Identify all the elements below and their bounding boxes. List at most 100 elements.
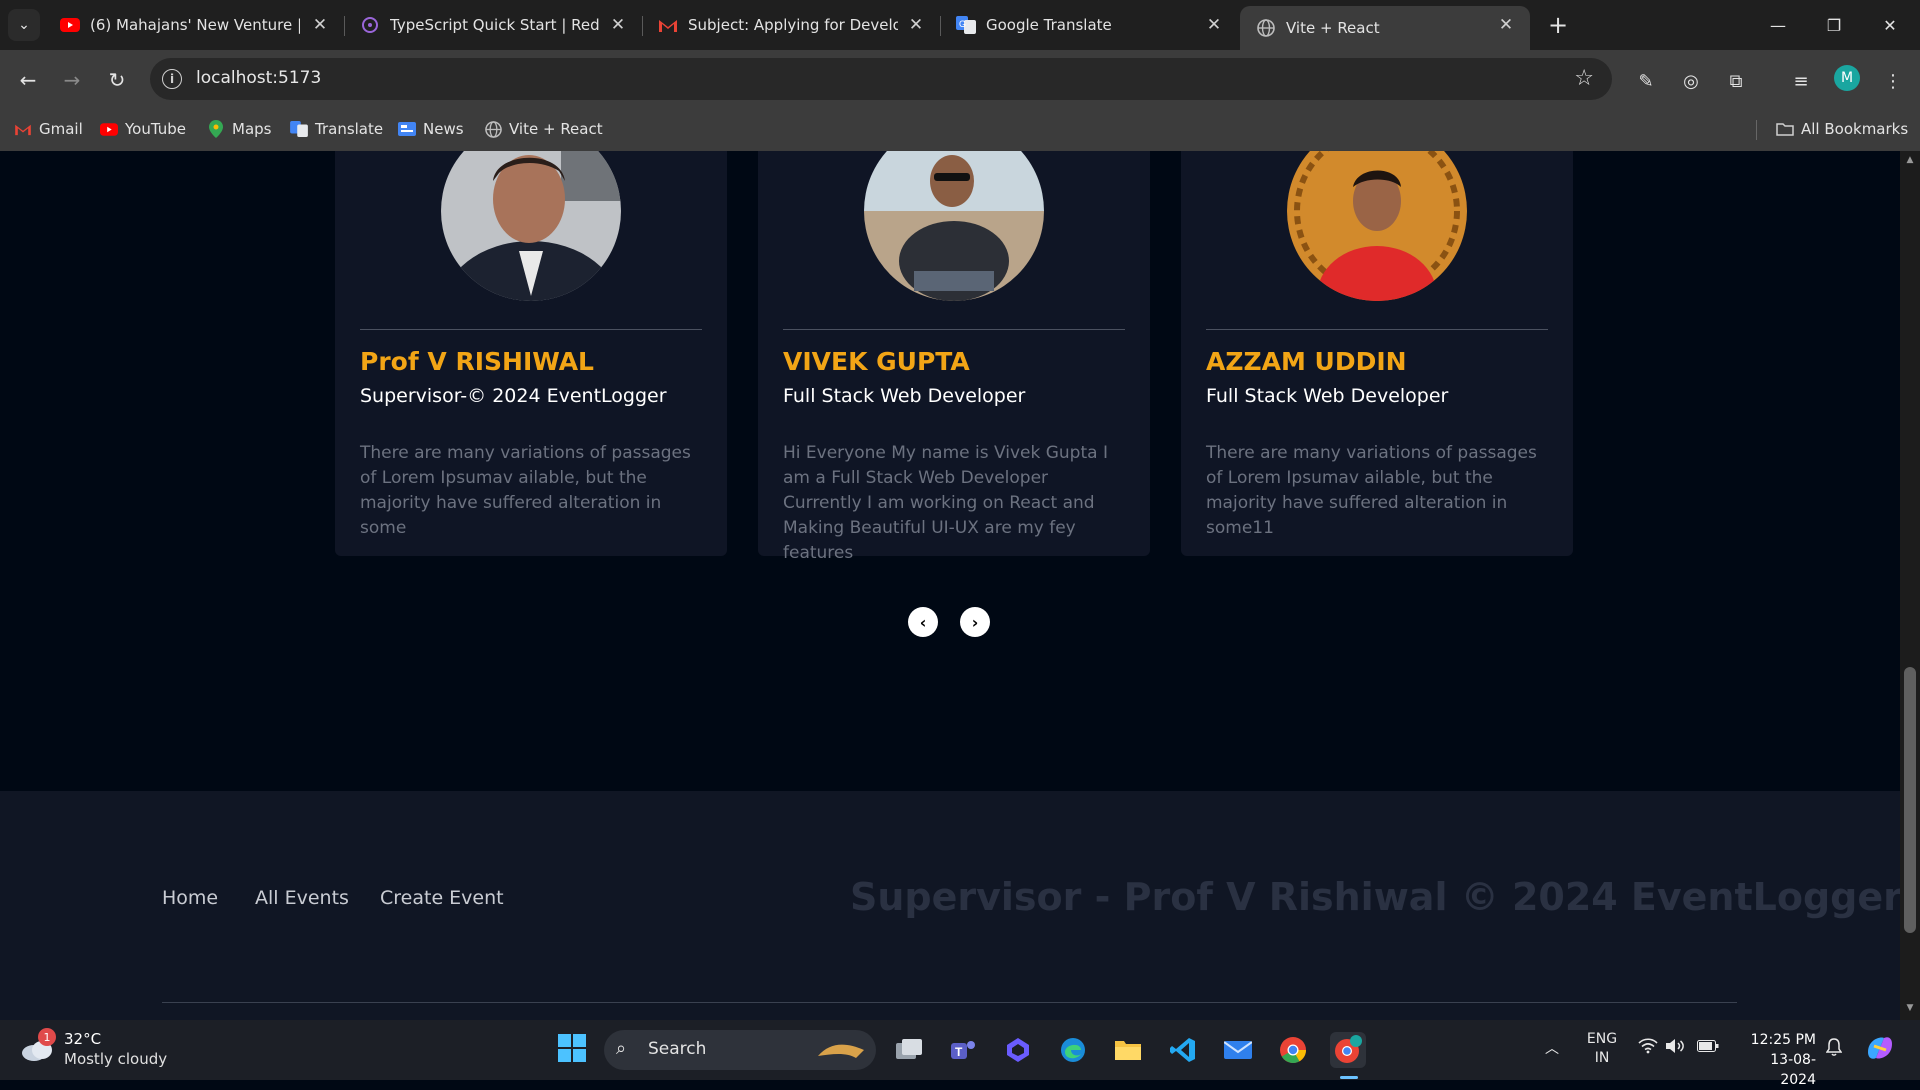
tab-translate[interactable]: G Google Translate ✕ — [940, 6, 1238, 44]
extension-target-icon[interactable]: ◎ — [1676, 66, 1706, 96]
avatar — [441, 151, 621, 301]
member-name: VIVEK GUPTA — [783, 347, 970, 376]
task-view-icon[interactable] — [891, 1032, 927, 1068]
bookmark-label: YouTube — [125, 120, 186, 138]
member-description: Hi Everyone My name is Vivek Gupta I am … — [783, 443, 1108, 563]
eyedropper-icon[interactable]: ✎ — [1631, 66, 1661, 96]
mail-icon[interactable] — [1220, 1032, 1256, 1068]
youtube-icon — [60, 15, 80, 35]
puzzle-extensions-icon[interactable]: ⧉ — [1721, 66, 1751, 96]
start-button[interactable] — [554, 1032, 590, 1068]
tab-vite-react[interactable]: Vite + React ✕ — [1240, 6, 1530, 50]
gmail-icon — [658, 15, 678, 35]
bookmark-gmail[interactable]: Gmail — [14, 118, 83, 140]
battery-icon[interactable] — [1697, 1040, 1719, 1056]
wifi-icon[interactable] — [1638, 1038, 1658, 1058]
search-icon: ⌕ — [616, 1038, 627, 1059]
volume-icon[interactable] — [1665, 1038, 1685, 1058]
tab-redux[interactable]: TypeScript Quick Start | Redux T ✕ — [344, 6, 642, 44]
input-language[interactable]: ENG IN — [1585, 1030, 1619, 1068]
scroll-down-icon[interactable]: ▼ — [1904, 1003, 1916, 1015]
close-icon: ✕ — [1883, 15, 1897, 35]
svg-text:G: G — [959, 19, 966, 29]
region-code: IN — [1594, 1050, 1610, 1066]
bookmark-youtube[interactable]: YouTube — [100, 118, 186, 140]
bookmark-translate[interactable]: Translate — [290, 118, 383, 140]
bookmark-separator — [1756, 120, 1757, 140]
footer-divider — [162, 1002, 1737, 1003]
profile-avatar[interactable]: M — [1834, 65, 1860, 91]
carousel-prev-button[interactable]: ‹ — [908, 607, 938, 637]
system-clock[interactable]: 12:25 PM 13-08-2024 — [1740, 1030, 1816, 1090]
weather-condition: Mostly cloudy — [64, 1050, 168, 1068]
reload-button[interactable]: ↻ — [101, 64, 133, 96]
menu-kebab-icon[interactable]: ⋮ — [1878, 66, 1908, 96]
scrollbar-thumb[interactable] — [1904, 667, 1916, 933]
member-description: There are many variations of passages of… — [360, 443, 691, 538]
tab-youtube[interactable]: (6) Mahajans' New Venture | Va ✕ — [44, 6, 344, 44]
bookmark-news[interactable]: News — [398, 118, 464, 140]
footer-link-all-events[interactable]: All Events — [255, 887, 349, 909]
bookmark-maps[interactable]: Maps — [207, 118, 271, 140]
redux-icon — [360, 15, 380, 35]
teams-icon[interactable]: T — [945, 1032, 981, 1068]
all-bookmarks-button[interactable]: All Bookmarks — [1776, 118, 1908, 140]
windows-logo-icon — [558, 1034, 586, 1066]
copilot-tray-icon[interactable] — [1864, 1032, 1896, 1068]
copilot-icon[interactable] — [1000, 1032, 1036, 1068]
bookmark-label: Gmail — [39, 120, 83, 138]
taskbar-search[interactable]: ⌕ Search — [604, 1030, 876, 1070]
member-name: AZZAM UDDIN — [1206, 347, 1407, 376]
close-tab-icon[interactable]: ✕ — [310, 15, 330, 35]
close-tab-icon[interactable]: ✕ — [1496, 15, 1516, 35]
avatar — [1287, 151, 1467, 301]
member-name: Prof V RISHIWAL — [360, 347, 594, 376]
carousel-next-button[interactable]: › — [960, 607, 990, 637]
tab-search-button[interactable]: ⌄ — [8, 9, 40, 41]
chrome-profile-icon[interactable] — [1330, 1032, 1366, 1068]
tab-gmail[interactable]: Subject: Applying for Developer ✕ — [642, 6, 940, 44]
close-tab-icon[interactable]: ✕ — [1204, 15, 1224, 35]
close-window-button[interactable]: ✕ — [1862, 0, 1918, 50]
file-explorer-icon[interactable] — [1110, 1032, 1146, 1068]
team-card: Prof V RISHIWAL Supervisor-© 2024 EventL… — [335, 151, 727, 556]
youtube-icon — [100, 120, 118, 138]
page-viewport: Prof V RISHIWAL Supervisor-© 2024 EventL… — [0, 151, 1900, 1020]
forward-button[interactable]: → — [56, 64, 88, 96]
bookmark-label: Translate — [315, 120, 384, 138]
chevron-left-icon: ‹ — [919, 612, 927, 632]
footer-link-create-event[interactable]: Create Event — [380, 887, 504, 909]
vscode-icon[interactable] — [1165, 1032, 1201, 1068]
bookmark-label: News — [423, 120, 464, 138]
folder-icon — [1776, 120, 1794, 138]
bookmark-label: Vite + React — [509, 120, 603, 138]
member-role: Full Stack Web Developer — [1206, 385, 1449, 407]
minimize-button[interactable]: — — [1750, 0, 1806, 50]
chevron-down-icon: ⌄ — [18, 17, 30, 33]
footer-link-home[interactable]: Home — [162, 887, 218, 909]
site-info-icon[interactable]: i — [162, 69, 182, 89]
close-tab-icon[interactable]: ✕ — [906, 15, 926, 35]
new-tab-button[interactable]: + — [1543, 10, 1573, 40]
chevron-up-icon[interactable]: ︿ — [1545, 1038, 1559, 1058]
scroll-up-icon[interactable]: ▲ — [1904, 155, 1916, 167]
translate-icon — [290, 120, 308, 138]
restore-button[interactable]: ❐ — [1806, 0, 1862, 50]
member-role: Supervisor-© 2024 EventLogger — [360, 385, 667, 407]
weather-widget[interactable]: 1 32°C Mostly cloudy — [20, 1028, 190, 1072]
edge-icon[interactable] — [1055, 1032, 1091, 1068]
member-role: Full Stack Web Developer — [783, 385, 1026, 407]
card-divider — [360, 329, 702, 330]
page-scrollbar[interactable]: ▲ ▼ — [1900, 151, 1920, 1020]
reload-icon: ↻ — [108, 68, 126, 92]
notification-bell-icon[interactable] — [1825, 1038, 1843, 1060]
bookmark-label: Maps — [232, 120, 272, 138]
bookmark-star-icon[interactable]: ☆ — [1574, 66, 1594, 91]
chrome-icon[interactable] — [1275, 1032, 1311, 1068]
team-card: AZZAM UDDIN Full Stack Web Developer The… — [1181, 151, 1573, 556]
bookmark-vite-react[interactable]: Vite + React — [484, 118, 603, 140]
address-bar[interactable]: i localhost:5173 ☆ — [150, 58, 1612, 100]
back-button[interactable]: ← — [12, 64, 44, 96]
media-control-icon[interactable]: ≡ — [1786, 66, 1816, 96]
close-tab-icon[interactable]: ✕ — [608, 15, 628, 35]
